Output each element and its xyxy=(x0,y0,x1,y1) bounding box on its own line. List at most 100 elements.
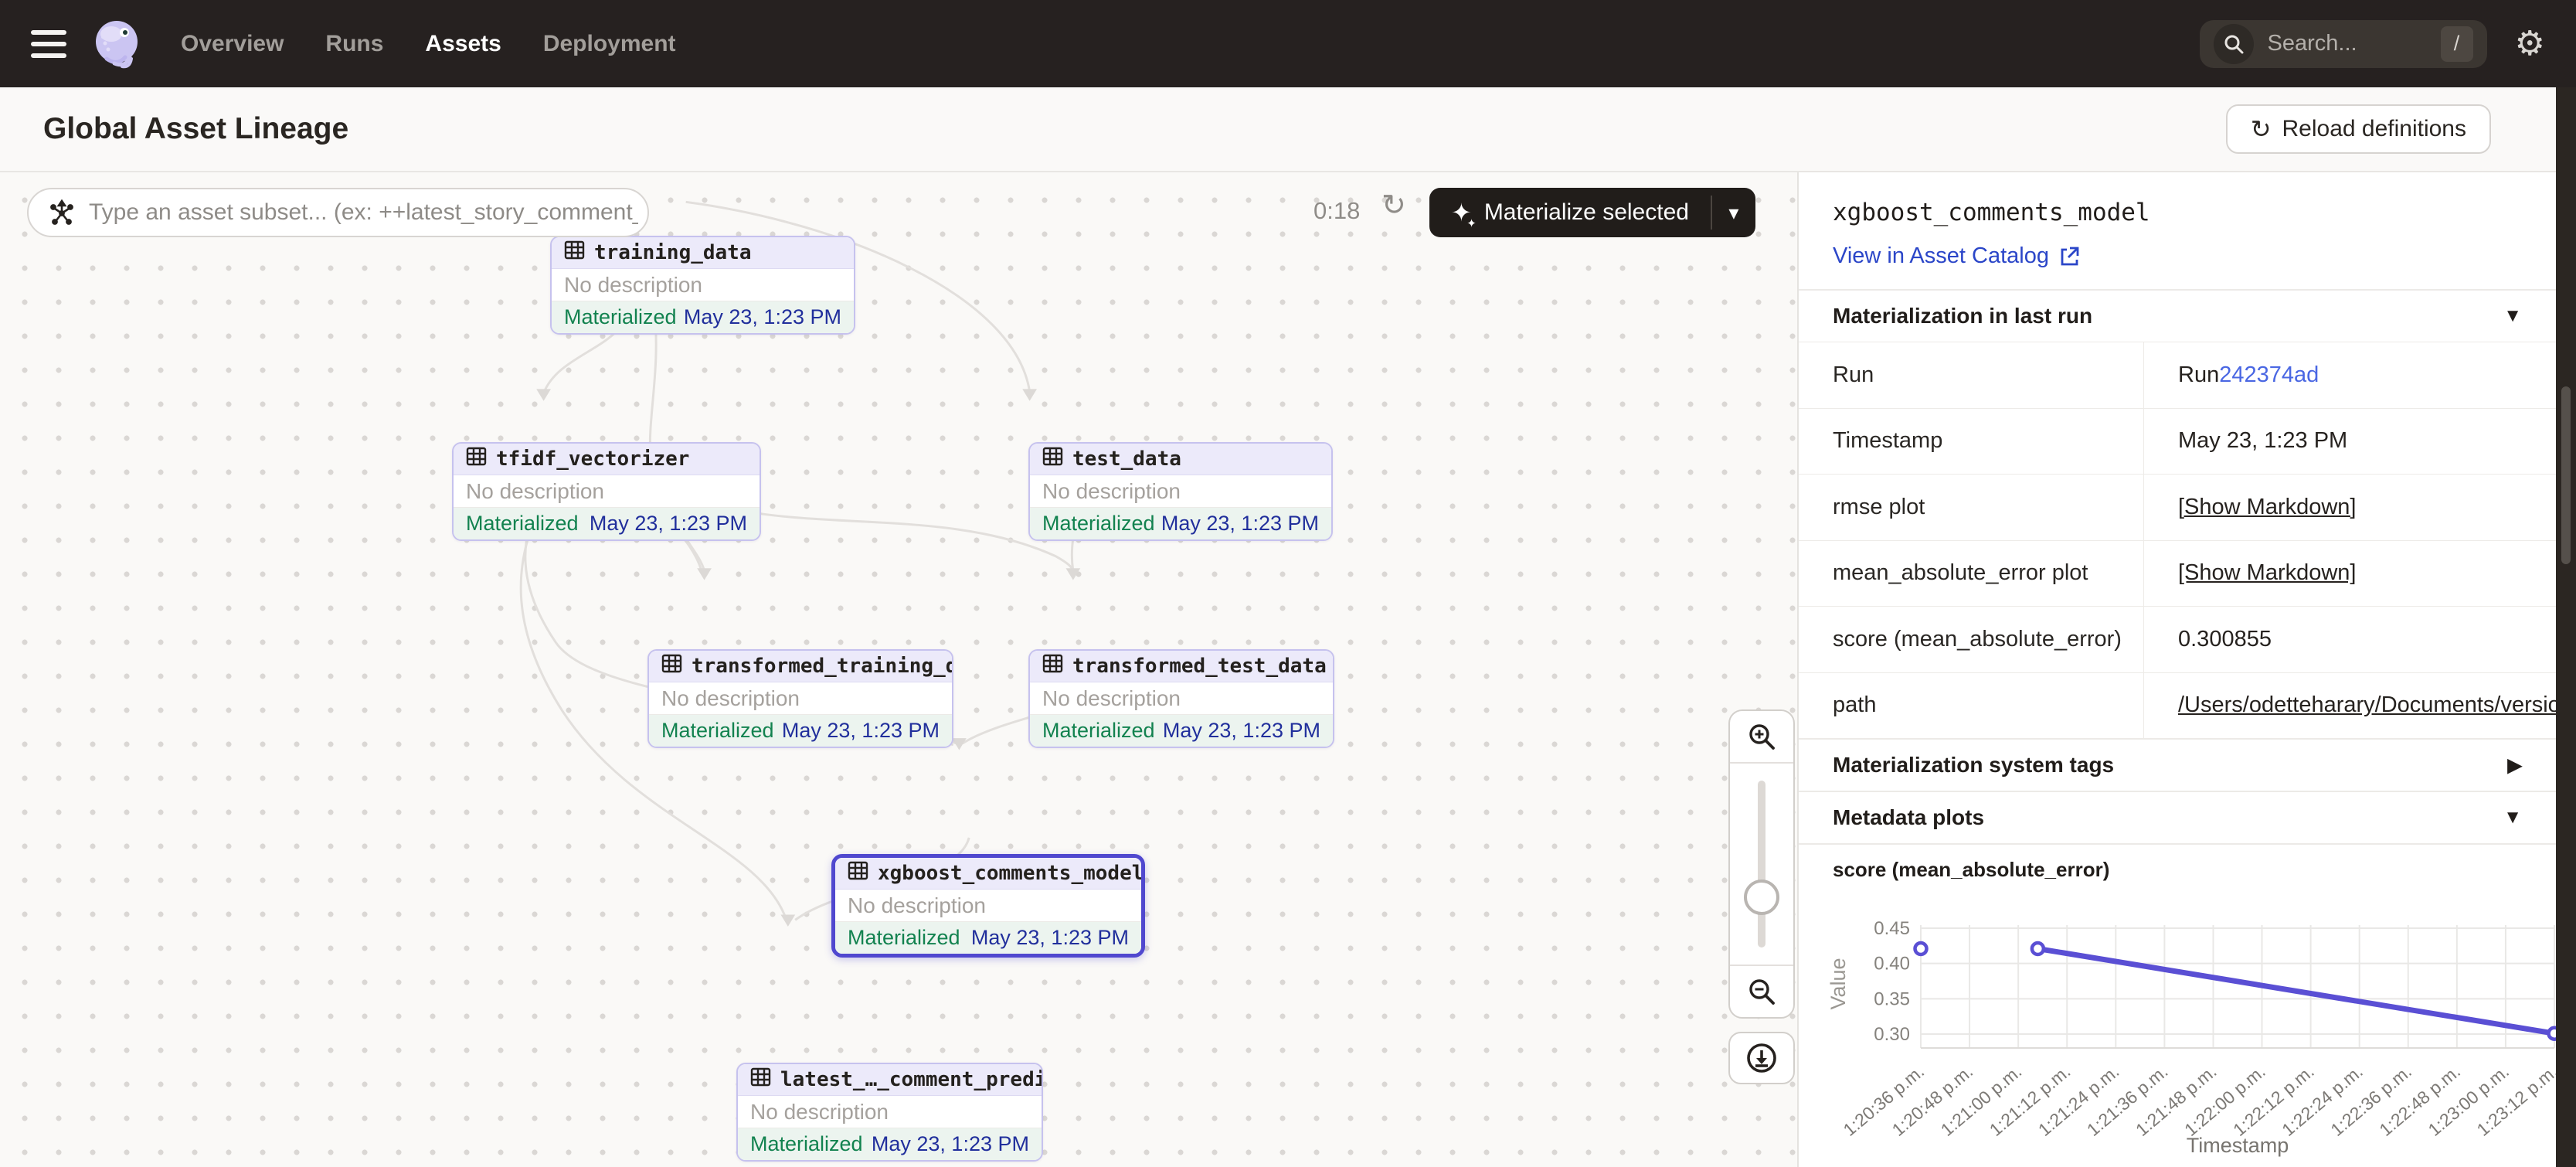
row-label: mean_absolute_error plot xyxy=(1799,541,2143,607)
recenter-download-button[interactable] xyxy=(1728,1032,1795,1084)
materialization-timestamp: May 23, 1:23 PM xyxy=(684,305,841,329)
section-metadata-plots[interactable]: Metadata plots ▼ xyxy=(1799,791,2556,843)
asset-node-description: No description xyxy=(835,890,1141,922)
search-shortcut-badge: / xyxy=(2441,26,2473,62)
status-badge: Materialized xyxy=(564,305,677,329)
zoom-controls xyxy=(1728,709,1795,1019)
sparkle-icon: ✦✦ xyxy=(1451,198,1472,227)
window-scrollbar[interactable] xyxy=(2556,87,2576,1167)
materialization-timestamp: May 23, 1:23 PM xyxy=(971,926,1129,950)
asset-node[interactable]: xgboost_comments_modelNo descriptionMate… xyxy=(831,854,1145,958)
svg-text:Value: Value xyxy=(1827,958,1850,1009)
asset-node-name: transformed_test_data xyxy=(1072,655,1327,678)
dagster-app: Overview Runs Assets Deployment / ⚙ Global … xyxy=(0,0,2576,1167)
asset-node[interactable]: latest_…_comment_predictions No descripti… xyxy=(736,1063,1043,1162)
row-label: rmse plot xyxy=(1799,475,2143,540)
materialize-dropdown-caret[interactable]: ▾ xyxy=(1712,188,1755,237)
table-row: score (mean_absolute_error)0.300855 xyxy=(1799,606,2556,672)
asset-node[interactable]: training_data No description Materialized M… xyxy=(550,236,855,335)
zoom-out-button[interactable] xyxy=(1730,965,1793,1017)
lineage-filter-icon xyxy=(49,199,75,226)
table-icon xyxy=(1042,653,1063,679)
asset-node-name: transformed_training_data xyxy=(692,655,953,678)
materialization-timestamp: May 23, 1:23 PM xyxy=(872,1132,1029,1156)
settings-gear-icon[interactable]: ⚙ xyxy=(2515,27,2545,61)
search-icon xyxy=(2214,24,2254,64)
score-line-chart: 0.450.400.350.301:20:36 p.m.1:20:48 p.m.… xyxy=(1799,882,2556,1167)
panel-head: xgboost_comments_model View in Asset Cat… xyxy=(1799,172,2556,289)
status-badge: Materialized xyxy=(1042,719,1155,743)
chevron-down-icon: ▼ xyxy=(2503,305,2522,327)
dagster-logo-icon[interactable] xyxy=(91,19,142,70)
nav-item-overview[interactable]: Overview xyxy=(181,31,284,57)
materialize-selected-label: Materialize selected xyxy=(1484,199,1689,226)
materialization-timestamp: May 23, 1:23 PM xyxy=(782,719,940,743)
table-row: RunRun 242374ad xyxy=(1799,342,2556,408)
row-value: [Show Markdown] xyxy=(2143,475,2556,540)
asset-node-description: No description xyxy=(552,269,854,301)
zoom-slider[interactable] xyxy=(1730,764,1793,965)
asset-node[interactable]: transformed_test_data No description Mater… xyxy=(1028,649,1334,748)
status-badge: Materialized xyxy=(750,1132,863,1156)
svg-text:Timestamp: Timestamp xyxy=(2187,1134,2289,1157)
row-value: Run 242374ad xyxy=(2143,342,2556,408)
row-label: path xyxy=(1799,673,2143,739)
status-badge: Materialized xyxy=(661,719,774,743)
table-icon xyxy=(564,240,585,266)
external-link-icon xyxy=(2058,246,2080,267)
svg-text:0.30: 0.30 xyxy=(1874,1024,1910,1045)
scrollbar-thumb[interactable] xyxy=(2561,386,2571,564)
asset-node-description: No description xyxy=(454,475,760,508)
materialize-selected-button[interactable]: ✦✦ Materialize selected ▾ xyxy=(1429,188,1755,237)
menu-icon[interactable] xyxy=(31,30,66,58)
nav-item-runs[interactable]: Runs xyxy=(325,31,383,57)
nav-links: Overview Runs Assets Deployment xyxy=(181,31,676,57)
refresh-icon: ↻ xyxy=(2251,117,2272,141)
materialization-timestamp: May 23, 1:23 PM xyxy=(1163,719,1320,743)
asset-name: xgboost_comments_model xyxy=(1833,199,2522,226)
asset-node-name: training_data xyxy=(594,241,752,264)
page-header: Global Asset Lineage ↻ Reload definition… xyxy=(0,87,2576,172)
section-materialization-in-last-run[interactable]: Materialization in last run ▼ xyxy=(1799,289,2556,342)
asset-node-description: No description xyxy=(1030,682,1333,715)
asset-node[interactable]: test_dataNo descriptionMaterializedMay 2… xyxy=(1028,442,1333,541)
status-badge: Materialized xyxy=(466,512,579,536)
row-label: Timestamp xyxy=(1799,409,2143,475)
row-value: 0.300855 xyxy=(2143,607,2556,672)
search-input[interactable] xyxy=(2266,30,2441,57)
show-markdown-link[interactable]: [Show Markdown] xyxy=(2178,495,2357,520)
zoom-in-button[interactable] xyxy=(1730,711,1793,764)
global-search[interactable]: / xyxy=(2200,20,2487,68)
refresh-icon[interactable]: ↻ xyxy=(1381,191,1406,220)
metadata-table: RunRun 242374adTimestampMay 23, 1:23 PMr… xyxy=(1799,342,2556,738)
svg-text:0.45: 0.45 xyxy=(1874,918,1910,939)
path-link[interactable]: /Users/odetteharary/Documents/versions xyxy=(2178,692,2556,718)
asset-node-name: test_data xyxy=(1072,447,1181,471)
asset-node[interactable]: tfidf_vectorizerNo descriptionMaterializ… xyxy=(452,442,761,541)
svg-text:0.40: 0.40 xyxy=(1874,954,1910,975)
asset-node[interactable]: transformed_training_dataNo descriptionM… xyxy=(647,649,953,748)
asset-node-description: No description xyxy=(738,1096,1042,1128)
reload-definitions-button[interactable]: ↻ Reload definitions xyxy=(2226,104,2491,154)
asset-node-name: latest_…_comment_predictions xyxy=(780,1068,1043,1091)
show-markdown-link[interactable]: [Show Markdown] xyxy=(2178,560,2357,586)
nav-item-deployment[interactable]: Deployment xyxy=(543,31,676,57)
table-row: mean_absolute_error plot [Show Markdown] xyxy=(1799,540,2556,607)
nav-item-assets[interactable]: Assets xyxy=(425,31,501,57)
chevron-down-icon: ▼ xyxy=(2503,807,2522,828)
view-in-asset-catalog-link[interactable]: View in Asset Catalog xyxy=(1833,243,2522,269)
chevron-right-icon: ▶ xyxy=(2508,754,2522,777)
row-value: [Show Markdown] xyxy=(2143,541,2556,607)
table-icon xyxy=(661,653,682,679)
asset-filter[interactable] xyxy=(27,188,649,237)
zoom-slider-handle[interactable] xyxy=(1744,880,1779,915)
run-link[interactable]: 242374ad xyxy=(2219,362,2319,388)
row-value: /Users/odetteharary/Documents/versions xyxy=(2143,673,2556,739)
row-label: Run xyxy=(1799,342,2143,408)
materialization-timestamp: May 23, 1:23 PM xyxy=(590,512,747,536)
table-icon xyxy=(750,1067,771,1093)
lineage-graph-canvas[interactable]: training_data No description Materialized M… xyxy=(0,172,1797,1167)
asset-node-description: No description xyxy=(1030,475,1331,508)
section-materialization-system-tags[interactable]: Materialization system tags ▶ xyxy=(1799,738,2556,791)
asset-filter-input[interactable] xyxy=(87,199,640,226)
